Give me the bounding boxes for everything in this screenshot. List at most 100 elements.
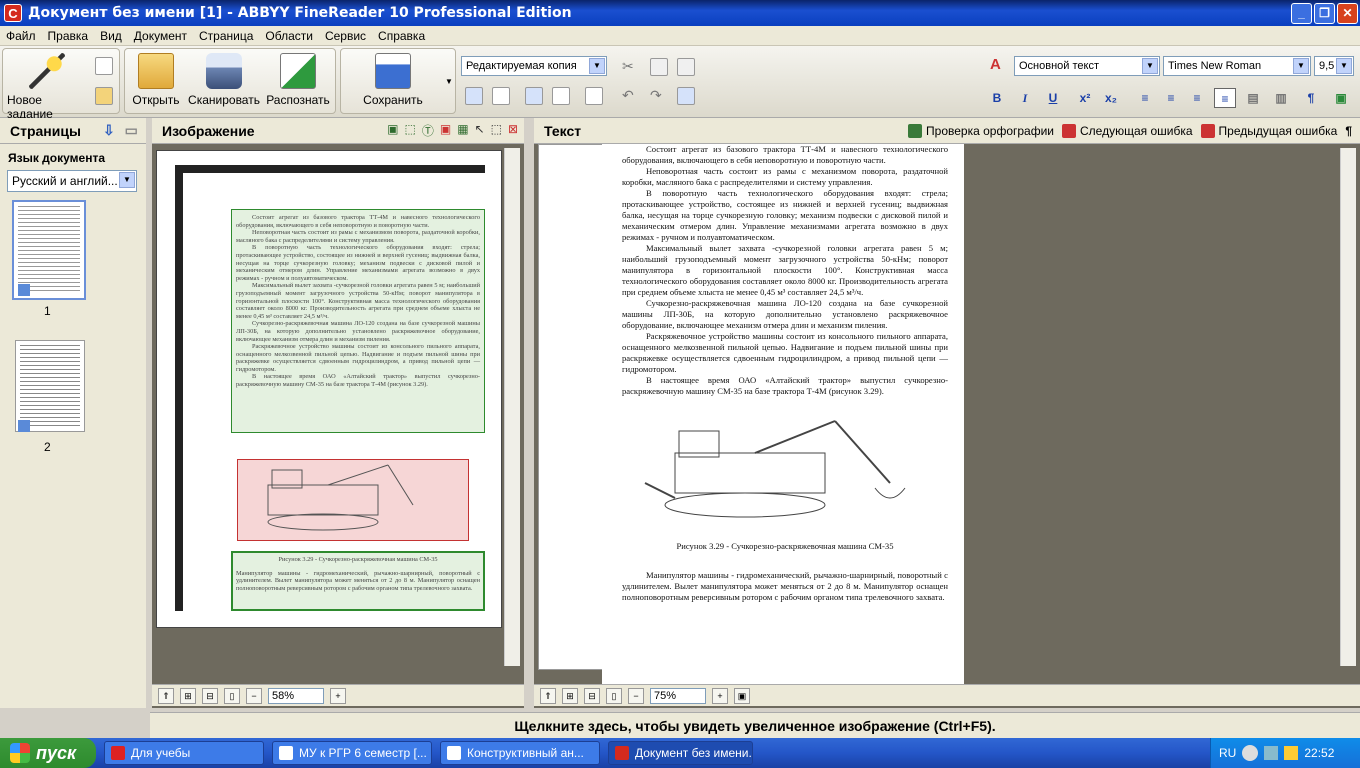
picture-area-icon[interactable]: ▣ xyxy=(440,122,451,139)
collapse-icon[interactable]: ⇑ xyxy=(158,687,174,704)
language-indicator[interactable]: RU xyxy=(1219,746,1236,760)
collapse-icon[interactable]: ⇑ xyxy=(540,687,556,704)
italic-button[interactable]: I xyxy=(1014,88,1036,108)
picture-block-area[interactable] xyxy=(237,459,469,541)
settings-tools-icon[interactable] xyxy=(585,87,603,105)
close-button[interactable]: ✕ xyxy=(1337,2,1358,24)
columns-icon[interactable]: ▥ xyxy=(1270,88,1292,108)
underline-button[interactable]: U xyxy=(1042,88,1064,108)
actual-size-icon[interactable]: ▯ xyxy=(224,687,240,704)
page-thumbnail-2[interactable] xyxy=(15,340,85,432)
paragraph-6[interactable]: Раскряжевочное устройство машины состоит… xyxy=(622,331,948,375)
paste-icon[interactable] xyxy=(677,58,695,76)
minimize-button[interactable]: _ xyxy=(1291,2,1312,24)
image-vertical-scrollbar[interactable] xyxy=(504,148,520,666)
menu-tools[interactable]: Сервис xyxy=(319,29,372,43)
text-zoom-select[interactable]: 75% xyxy=(650,687,706,704)
menu-help[interactable]: Справка xyxy=(372,29,431,43)
scan-button[interactable]: Сканировать xyxy=(187,53,261,107)
text-block-area[interactable]: Состоит агрегат из базового трактора ТТ-… xyxy=(231,209,485,433)
layout-icon-3[interactable] xyxy=(525,87,543,105)
paragraph-5[interactable]: Сучкорезно-раскряжевочная машина ЛО-120 … xyxy=(622,298,948,331)
text-vertical-scrollbar[interactable] xyxy=(1340,148,1356,666)
folder-small-icon[interactable] xyxy=(95,87,113,105)
paragraph-1[interactable]: Состоит агрегат из базового трактора ТТ-… xyxy=(622,144,948,166)
layout-icon-4[interactable] xyxy=(552,87,570,105)
align-center-icon[interactable]: ≡ xyxy=(1160,88,1182,108)
align-right-icon[interactable]: ≡ xyxy=(1186,88,1208,108)
align-left-icon[interactable]: ≡ xyxy=(1134,88,1156,108)
menu-file[interactable]: Файл xyxy=(0,29,42,43)
undo-icon[interactable]: ↶ xyxy=(622,87,640,105)
layout-icon-2[interactable] xyxy=(492,87,510,105)
network-icon[interactable] xyxy=(1264,746,1279,760)
spellcheck-button[interactable]: Проверка орфографии xyxy=(908,123,1054,138)
cut-icon[interactable]: ✂ xyxy=(622,58,640,76)
figure-caption[interactable]: Рисунок 3.29 - Сучкорезно-раскряжевочная… xyxy=(622,541,948,552)
paragraph-2[interactable]: Неповоротная часть состоит из рамы с мех… xyxy=(622,166,948,188)
zoom-hint-bar[interactable]: Щелкните здесь, чтобы увидеть увеличенно… xyxy=(150,712,1360,738)
paragraph-after-figure[interactable]: Манипулятор машины - гидромеханический, … xyxy=(622,570,948,603)
import-pages-icon[interactable]: ⇩ xyxy=(103,122,115,139)
image-zoom-select[interactable]: 58% xyxy=(268,687,324,704)
fit-page-icon[interactable]: ⊞ xyxy=(562,687,578,704)
show-formatting-icon[interactable]: ¶ xyxy=(1345,124,1352,138)
new-task-button[interactable]: Новое задание xyxy=(7,53,87,121)
table-area-icon[interactable]: ▦ xyxy=(457,122,468,139)
page-properties-icon[interactable]: ▭ xyxy=(125,122,138,139)
delete-area-icon[interactable]: ⊠ xyxy=(508,122,518,139)
text-area-icon[interactable]: ⬚ xyxy=(404,122,415,139)
bold-button[interactable]: B xyxy=(986,88,1008,108)
zoom-in-icon[interactable]: + xyxy=(712,687,728,704)
prev-error-button[interactable]: Предыдущая ошибка xyxy=(1200,123,1337,138)
selected-text-block-area[interactable]: Рисунок 3.29 - Сучкорезно-раскряжевочная… xyxy=(231,551,485,611)
task-word-1[interactable]: МУ к РГР 6 семестр [... xyxy=(272,741,432,765)
recognize-button[interactable]: Распознать xyxy=(265,53,331,107)
next-error-button[interactable]: Следующая ошибка xyxy=(1062,123,1193,138)
save-button[interactable]: Сохранить xyxy=(353,53,433,107)
task-word-2[interactable]: Конструктивный ан... xyxy=(440,741,600,765)
warning-icon[interactable] xyxy=(1284,746,1299,760)
fit-width-icon[interactable]: ⊟ xyxy=(202,687,218,704)
zoom-out-icon[interactable]: − xyxy=(246,687,262,704)
picture-icon[interactable] xyxy=(677,87,695,105)
style-icon[interactable]: A xyxy=(990,56,1001,73)
task-opera[interactable]: Для учебы xyxy=(104,741,264,765)
redo-icon[interactable]: ↷ xyxy=(650,87,668,105)
save-mode-select[interactable]: Редактируемая копия ▼ xyxy=(461,56,607,76)
menu-page[interactable]: Страница xyxy=(193,29,259,43)
font-size-select[interactable]: 9,5 ▼ xyxy=(1314,56,1354,76)
doc-language-select[interactable]: Русский и англий... ▼ xyxy=(7,170,137,192)
task-abbyy[interactable]: Документ без имени... xyxy=(608,741,753,765)
table-icon[interactable]: ▤ xyxy=(1242,88,1264,108)
menu-areas[interactable]: Области xyxy=(259,29,319,43)
recognized-text-page[interactable]: Состоит агрегат из базового трактора ТТ-… xyxy=(602,144,964,684)
paragraph-3[interactable]: В поворотную часть технологического обор… xyxy=(622,188,948,243)
font-select[interactable]: Times New Roman ▼ xyxy=(1163,56,1311,76)
style-select[interactable]: Основной текст ▼ xyxy=(1014,56,1160,76)
start-button[interactable]: пуск xyxy=(0,738,96,768)
select-area-icon[interactable]: ⬚ xyxy=(491,122,502,139)
open-pages-icon[interactable] xyxy=(95,57,113,75)
restore-button[interactable]: ❐ xyxy=(1314,2,1335,24)
pointer-icon[interactable]: ↖ xyxy=(475,122,485,139)
image-settings-icon[interactable]: ▣ xyxy=(1330,88,1352,108)
tray-arrow-icon[interactable] xyxy=(1242,745,1259,761)
actual-size-icon[interactable]: ▯ xyxy=(606,687,622,704)
align-justify-icon[interactable]: ≡ xyxy=(1214,88,1236,108)
paragraph-7[interactable]: В настоящее время ОАО «Алтайский трактор… xyxy=(622,375,948,397)
menu-document[interactable]: Документ xyxy=(128,29,193,43)
copy-icon[interactable] xyxy=(650,58,668,76)
superscript-button[interactable]: x² xyxy=(1074,88,1096,108)
menu-edit[interactable]: Правка xyxy=(42,29,95,43)
zoom-in-icon[interactable]: + xyxy=(330,687,346,704)
subscript-button[interactable]: x₂ xyxy=(1100,88,1122,108)
save-dropdown-arrow-icon[interactable]: ▼ xyxy=(445,77,453,86)
fit-page-icon[interactable]: ⊞ xyxy=(180,687,196,704)
recognize-area-icon[interactable]: ▣ xyxy=(387,122,398,139)
paragraph-icon[interactable]: ¶ xyxy=(1300,88,1322,108)
fit-width-icon[interactable]: ⊟ xyxy=(584,687,600,704)
text-view-mode-icon[interactable]: ▣ xyxy=(734,687,750,704)
zoom-out-icon[interactable]: − xyxy=(628,687,644,704)
text-tool-icon[interactable]: Ⓣ xyxy=(422,122,434,139)
